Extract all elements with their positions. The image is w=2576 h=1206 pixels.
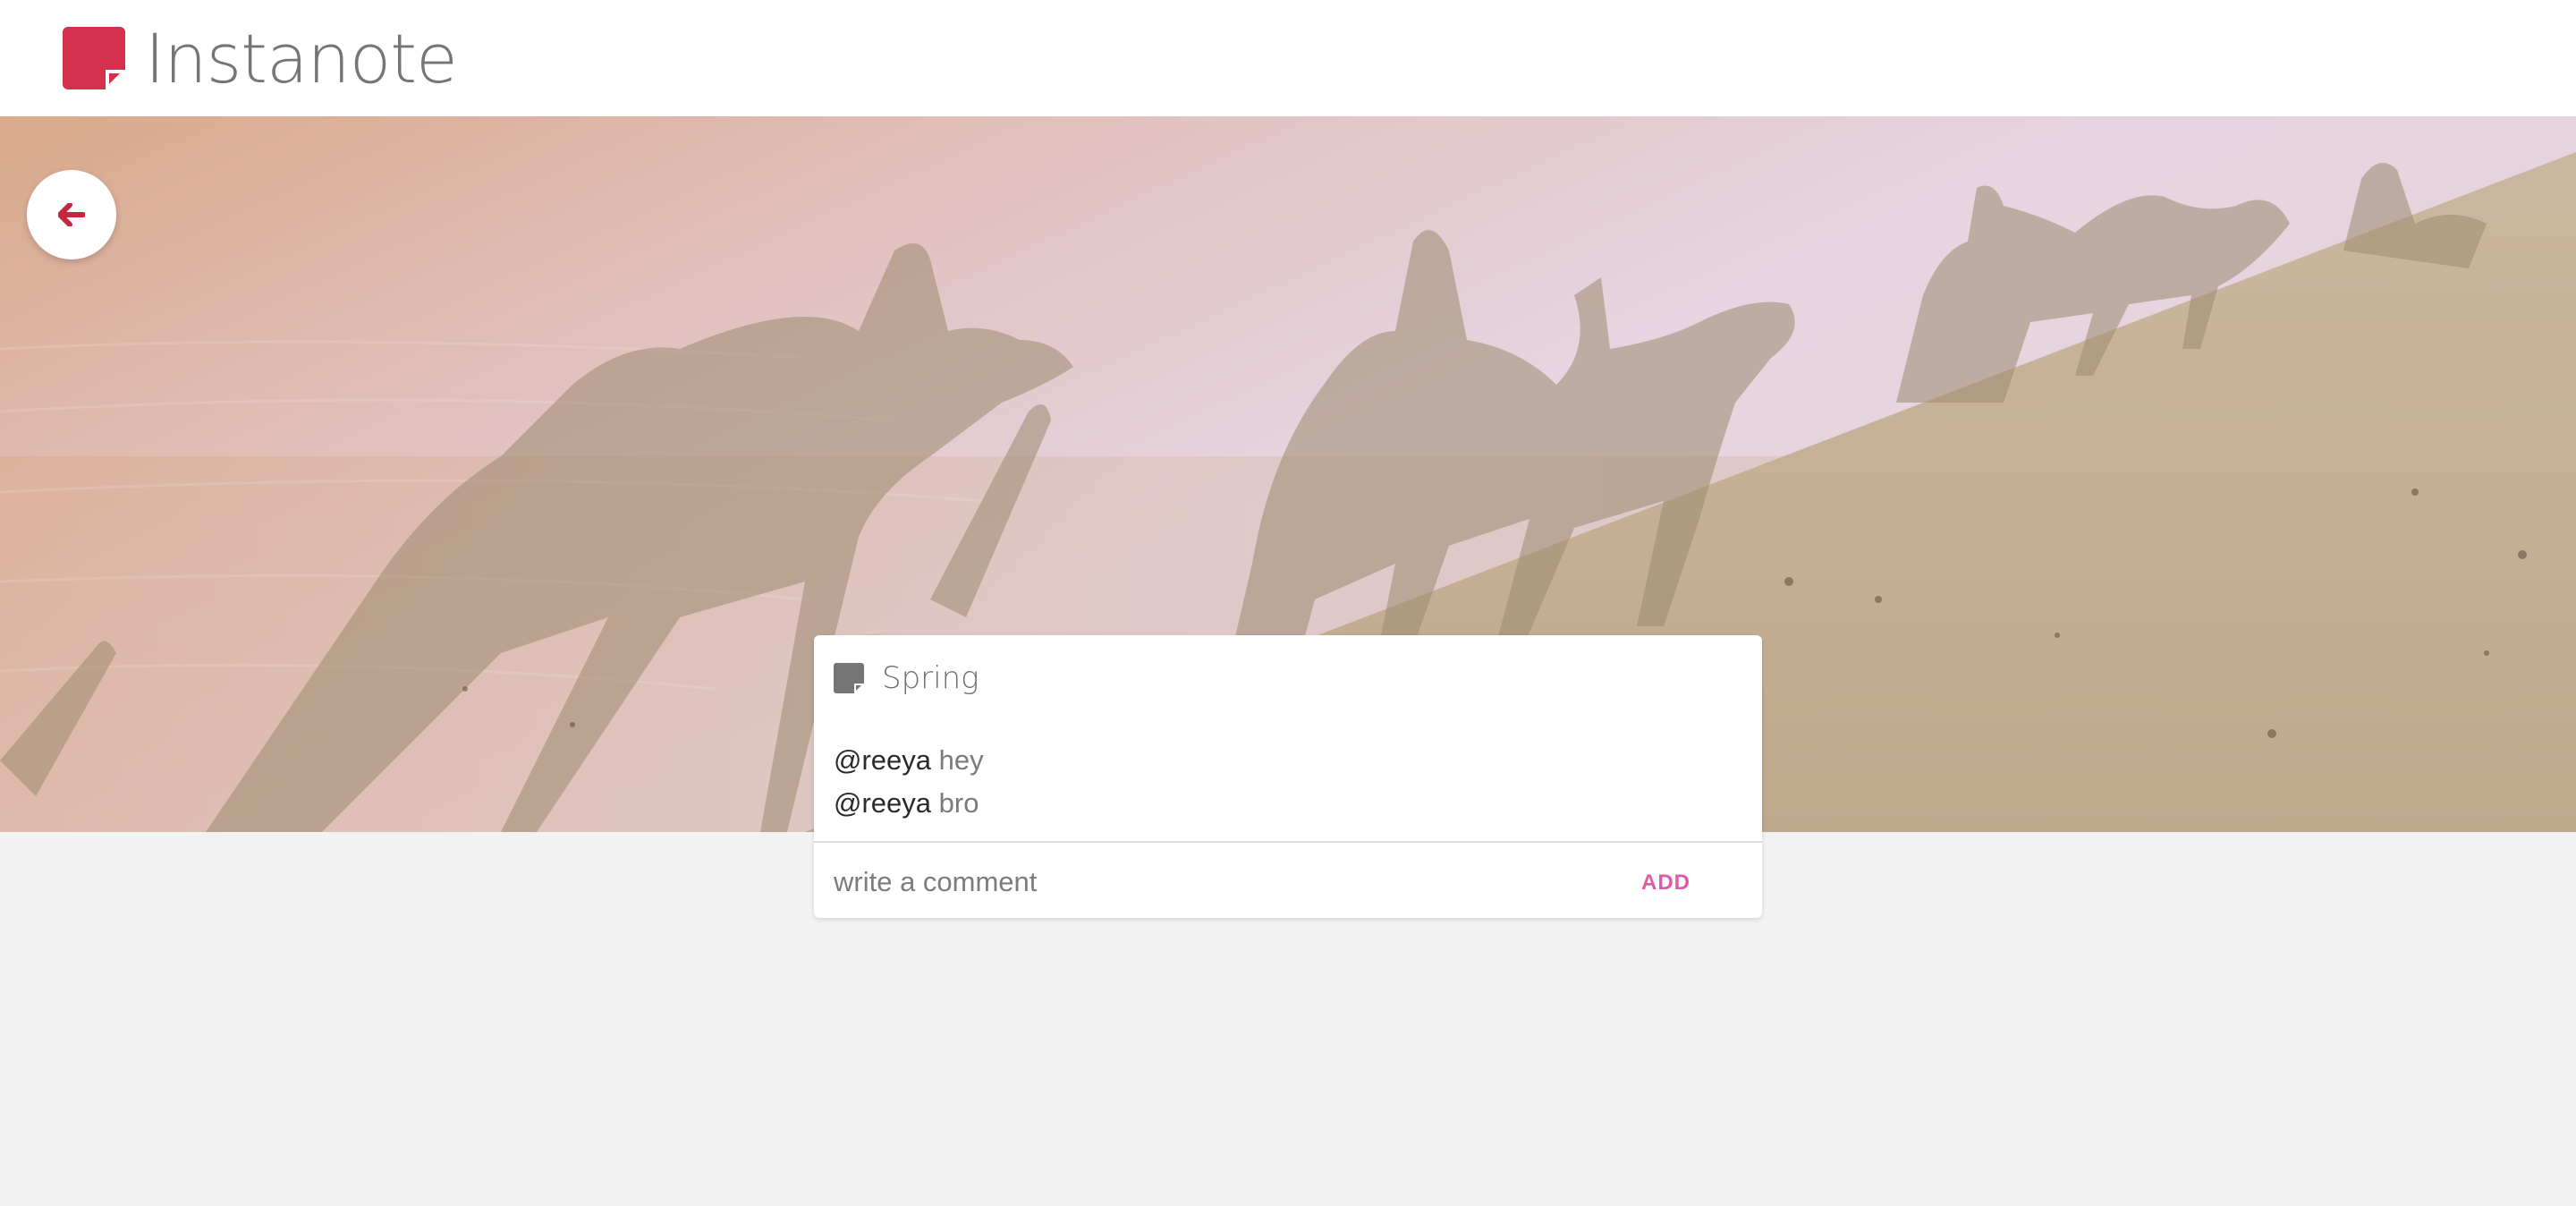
note-icon: [63, 27, 125, 89]
note-header: Spring: [834, 660, 979, 696]
back-button[interactable]: [27, 170, 116, 259]
comment-author[interactable]: @reeya: [834, 787, 931, 819]
note-title: Spring: [882, 660, 979, 696]
divider: [814, 841, 1762, 843]
comment-item: @reeya hey: [834, 739, 984, 782]
brand[interactable]: Instanote: [63, 18, 458, 98]
note-card: Spring @reeya hey @reeya bro ADD: [814, 635, 1762, 918]
comment-text: bro: [938, 787, 979, 819]
comment-input[interactable]: [834, 855, 1531, 909]
comment-item: @reeya bro: [834, 782, 984, 825]
comment-list: @reeya hey @reeya bro: [834, 739, 984, 825]
comment-text: hey: [938, 744, 984, 776]
add-comment-button[interactable]: ADD: [1623, 861, 1708, 905]
note-icon: [834, 663, 864, 693]
app-title: Instanote: [145, 18, 458, 98]
comment-author[interactable]: @reeya: [834, 744, 931, 776]
arrow-left-icon: [58, 203, 85, 226]
app-header: Instanote: [0, 0, 2576, 116]
